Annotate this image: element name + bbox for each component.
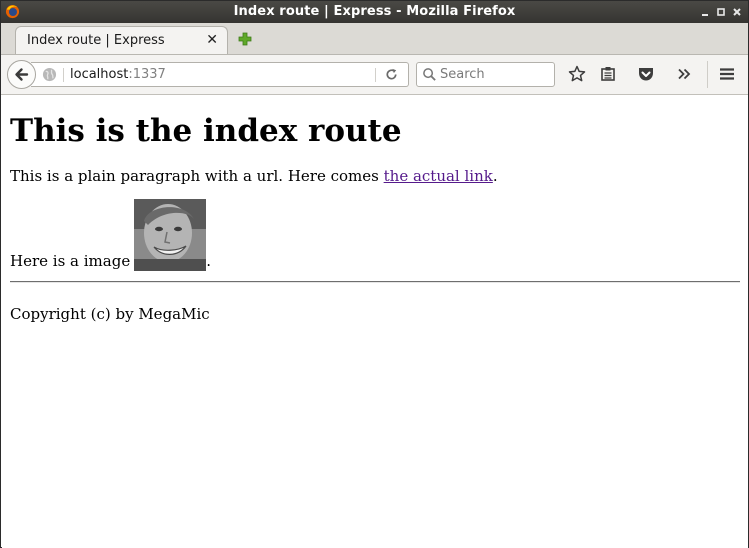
back-arrow-icon	[15, 68, 29, 81]
tab-strip: Index route | Express ✕	[1, 23, 748, 55]
bookmark-star-icon[interactable]	[568, 65, 586, 83]
tab-label: Index route | Express	[27, 33, 165, 48]
paragraph-text: This is a plain paragraph with a url. He…	[10, 167, 384, 185]
url-text[interactable]: localhost:1337	[70, 67, 166, 82]
search-icon	[423, 68, 436, 81]
url-separator	[63, 68, 64, 82]
url-bar[interactable]: localhost:1337	[31, 62, 409, 87]
horizontal-rule	[10, 281, 740, 283]
new-tab-icon[interactable]	[238, 32, 252, 46]
browser-window: Index route | Express - Mozilla Firefox …	[0, 0, 749, 548]
url-port: :1337	[128, 67, 166, 82]
globe-icon	[42, 67, 57, 82]
pocket-icon[interactable]	[637, 65, 655, 83]
window-title: Index route | Express - Mozilla Firefox	[233, 4, 516, 19]
paragraph-end: .	[492, 167, 498, 185]
copyright-footer: Copyright (c) by MegaMic	[10, 305, 210, 323]
bookmarks-menu-icon[interactable]	[599, 65, 617, 83]
image-line-end: .	[206, 252, 211, 270]
reload-icon[interactable]	[384, 67, 399, 82]
tab-index-route[interactable]: Index route | Express ✕	[15, 26, 228, 54]
minimize-icon[interactable]	[698, 5, 712, 19]
back-button[interactable]	[7, 60, 36, 89]
actual-link[interactable]: the actual link	[384, 167, 493, 185]
paragraph: This is a plain paragraph with a url. He…	[10, 167, 498, 185]
reload-separator	[375, 68, 376, 82]
portrait-photo	[134, 199, 207, 271]
search-bar[interactable]	[416, 62, 555, 87]
url-host: localhost	[70, 67, 129, 82]
maximize-icon[interactable]	[714, 5, 728, 19]
page-heading: This is the index route	[10, 113, 402, 149]
page-content: This is the index route This is a plain …	[2, 95, 748, 548]
tab-close-icon[interactable]: ✕	[206, 32, 218, 48]
navigation-toolbar: localhost:1337	[1, 55, 748, 95]
overflow-chevron-icon[interactable]	[675, 65, 693, 83]
hamburger-menu-icon[interactable]	[718, 65, 736, 83]
image-line-text: Here is a image	[10, 252, 131, 270]
image-line: Here is a image .	[10, 199, 211, 271]
close-icon[interactable]	[730, 5, 744, 19]
search-input[interactable]	[440, 66, 548, 83]
toolbar-divider	[707, 61, 708, 88]
title-bar: Index route | Express - Mozilla Firefox	[1, 1, 748, 23]
